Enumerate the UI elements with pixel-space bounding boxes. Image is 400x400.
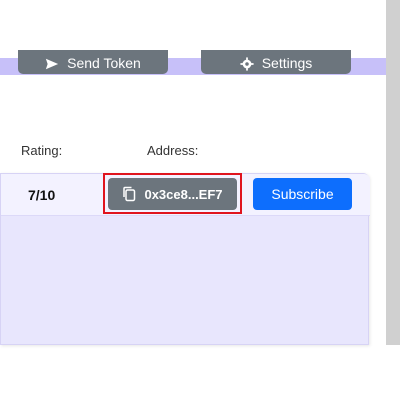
table-header: Rating: Address:	[0, 143, 386, 161]
subscribe-label: Subscribe	[271, 186, 334, 202]
rating-value: 7/10	[28, 187, 56, 203]
send-token-label: Send Token	[67, 55, 141, 71]
subscribe-button[interactable]: Subscribe	[253, 178, 352, 210]
send-token-button[interactable]: Send Token	[18, 50, 168, 74]
address-value: 0x3ce8...EF7	[144, 186, 223, 202]
page: Send Token Settings Rating: Address: 7/1…	[0, 0, 400, 400]
copy-address-button[interactable]: 0x3ce8...EF7	[108, 178, 237, 210]
settings-label: Settings	[261, 55, 313, 71]
address-header: Address:	[147, 143, 199, 158]
gear-icon	[240, 57, 254, 71]
settings-button[interactable]: Settings	[201, 50, 351, 74]
send-icon	[46, 58, 59, 70]
rating-header: Rating:	[21, 143, 63, 158]
copy-icon	[123, 186, 136, 202]
scrollbar[interactable]	[386, 0, 400, 345]
